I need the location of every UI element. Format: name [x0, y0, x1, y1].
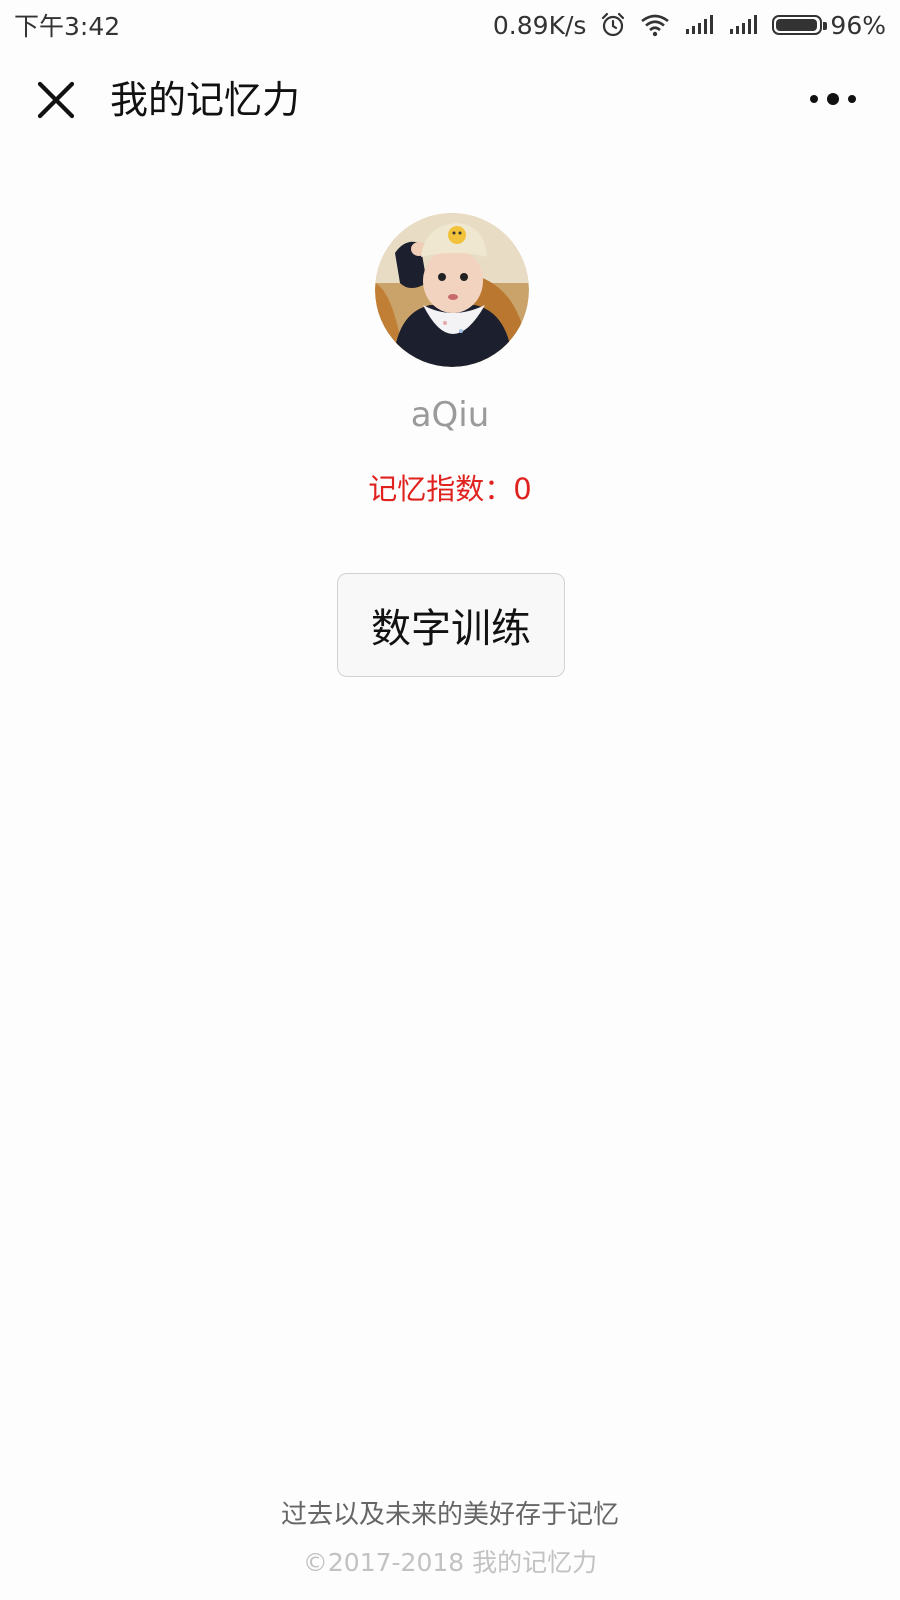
- status-time: 下午3:42: [14, 12, 121, 41]
- status-bar: 下午3:42 0.89K/s 96%: [0, 0, 900, 50]
- username: aQiu: [410, 395, 490, 435]
- battery-percent: 96%: [830, 10, 886, 40]
- number-training-button[interactable]: 数字训练: [337, 573, 565, 677]
- footer-slogan: 过去以及未来的美好存于记忆: [280, 1500, 619, 1530]
- nav-bar: 我的记忆力: [0, 58, 900, 144]
- status-indicators: 0.89K/s 96%: [493, 11, 886, 40]
- memory-index: 记忆指数：0: [368, 472, 532, 506]
- avatar: [375, 213, 529, 367]
- page-title: 我的记忆力: [110, 78, 301, 122]
- network-speed: 0.89K/s: [492, 10, 587, 40]
- more-button[interactable]: [808, 86, 858, 112]
- footer-copyright: ©2017-2018 我的记忆力: [302, 1548, 598, 1577]
- close-icon: [37, 81, 75, 119]
- signal-icon: [684, 14, 714, 36]
- close-button[interactable]: [34, 78, 78, 122]
- screen: 下午3:42 0.89K/s 96% 我的记忆力 aQiu 记忆指数：0 数字训…: [0, 0, 900, 1600]
- battery-icon: [772, 15, 828, 35]
- battery-indicator: 96%: [772, 11, 886, 40]
- battery-fill: [776, 19, 817, 31]
- more-icon: [810, 93, 856, 105]
- alarm-icon: [600, 12, 626, 38]
- wifi-icon: [640, 13, 670, 37]
- signal-icon: [728, 14, 758, 36]
